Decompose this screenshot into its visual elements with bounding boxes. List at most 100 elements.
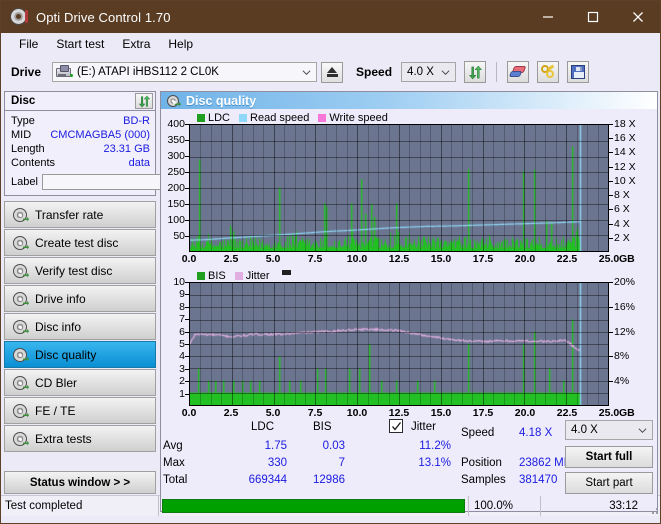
sidebar-item-disc-quality[interactable]: Disc quality	[4, 341, 156, 368]
chart2-plot-row: 1 2 3 4 5 6 7 8 9 10 4% 8% 12% 16% 20%	[161, 276, 657, 406]
x-tick-label: 17.5	[472, 253, 494, 265]
toolbar-divider	[496, 62, 498, 82]
sidebar-item-label: Disc quality	[35, 347, 97, 362]
legend-jitter: Jitter	[234, 270, 270, 282]
y-tick-label: 250	[167, 166, 185, 178]
stats-area: LDC BIS Jitter Avg Max Total 1.75 330 66…	[161, 419, 657, 511]
stats-row-total-label: Total	[163, 474, 188, 486]
y2-tick-label: 20%	[614, 276, 636, 288]
result-speed-select-value: 4.0 X	[571, 424, 598, 436]
save-button[interactable]	[567, 61, 590, 83]
stats-bis-max: 7	[338, 457, 345, 469]
grid-line	[190, 157, 608, 158]
disc-row-contents-value: data	[128, 157, 150, 169]
sidebar-nav: Transfer rate Create test disc Verify te…	[4, 201, 156, 452]
jitter-checkbox[interactable]	[389, 419, 403, 433]
refresh-drive-button[interactable]	[464, 61, 487, 83]
settings-button[interactable]	[537, 61, 560, 83]
result-speed-select[interactable]: 4.0 X	[565, 420, 653, 440]
y2-tick	[609, 282, 613, 283]
sidebar-item-transfer-rate[interactable]: Transfer rate	[4, 201, 156, 228]
grid-line	[190, 220, 608, 221]
y2-tick	[609, 195, 613, 197]
speed-select[interactable]: 4.0 X	[401, 62, 457, 82]
chart-ldc-readspeed: LDC Read speed Write speed 50 100 150 20…	[161, 111, 657, 267]
y2-tick	[609, 237, 613, 239]
sidebar-item-label: Extra tests	[35, 431, 92, 446]
application-window: Opti Drive Control 1.70 File Start test …	[0, 0, 661, 524]
y2-tick-label: 6 X	[614, 203, 630, 216]
menu-extra[interactable]: Extra	[113, 35, 159, 53]
sidebar-item-label: Transfer rate	[35, 207, 104, 222]
x-tick-label: 7.5	[307, 253, 323, 265]
sidebar-item-fe-te[interactable]: FE / TE	[4, 397, 156, 424]
menu-start-test[interactable]: Start test	[47, 35, 113, 53]
disc-icon	[13, 291, 29, 306]
disc-panel-title: Disc	[11, 95, 36, 107]
grid-line	[190, 204, 608, 205]
chevron-down-icon	[302, 70, 311, 76]
y-tick-label: 150	[167, 198, 185, 210]
legend-label: Read speed	[250, 111, 310, 124]
sidebar-item-drive-info[interactable]: Drive info	[4, 285, 156, 312]
resize-grip-icon[interactable]	[646, 496, 660, 516]
disc-icon	[13, 347, 29, 362]
eject-button[interactable]	[321, 61, 344, 83]
sidebar-item-label: Drive info	[35, 291, 86, 306]
grid-line	[190, 188, 608, 189]
disc-icon	[13, 263, 29, 278]
y2-tick	[609, 180, 613, 182]
status-message: Test completed	[1, 496, 159, 516]
stats-speed-label: Speed	[461, 427, 495, 439]
grid-line	[190, 172, 608, 173]
chevron-down-icon	[441, 70, 450, 76]
stats-speed-value: 4.18 X	[519, 427, 553, 439]
legend-swatch-icon	[318, 113, 327, 122]
menu-help[interactable]: Help	[159, 35, 202, 53]
y-tick-label: 300	[167, 150, 185, 162]
sidebar-item-disc-info[interactable]: Disc info	[4, 313, 156, 340]
speed-select-value: 4.0 X	[407, 66, 434, 78]
start-full-button[interactable]: Start full	[565, 446, 653, 468]
refresh-icon	[468, 65, 482, 79]
drive-select[interactable]: (E:) ATAPI iHBS112 2 CL0K	[52, 62, 318, 82]
y2-tick	[609, 223, 613, 225]
sidebar-item-create-test-disc[interactable]: Create test disc	[4, 229, 156, 256]
disc-row-type: Type BD-R	[11, 114, 150, 128]
x-tick-label: 10.0	[346, 407, 368, 419]
disc-refresh-button[interactable]	[135, 93, 153, 109]
y2-tick-label: 14 X	[614, 146, 636, 159]
y-tick-label: 350	[167, 134, 185, 146]
y2-tick	[609, 209, 613, 211]
sidebar-item-label: Disc info	[35, 319, 82, 334]
x-tick-label: 10.0	[346, 253, 368, 265]
legend-swatch-icon	[197, 113, 205, 122]
x-tick-label: 25.0	[598, 407, 620, 419]
grid-line	[190, 332, 608, 333]
status-window-button[interactable]: Status window > >	[4, 471, 156, 494]
eraser-icon	[508, 65, 527, 79]
minimize-button[interactable]	[525, 1, 570, 33]
disc-row-mid-value: CMCMAGBA5 (000)	[50, 129, 150, 141]
close-button[interactable]	[615, 1, 660, 33]
menu-file[interactable]: File	[10, 35, 47, 53]
maximize-button[interactable]	[570, 1, 615, 33]
start-part-button[interactable]: Start part	[565, 472, 653, 494]
disc-row-mid: MID CMCMAGBA5 (000)	[11, 128, 150, 142]
chart2-y-axis-left: 1 2 3 4 5 6 7 8 9 10	[161, 276, 189, 406]
sidebar-item-extra-tests[interactable]: Extra tests	[4, 425, 156, 452]
disc-row-contents-key: Contents	[11, 157, 56, 169]
sidebar-item-verify-test-disc[interactable]: Verify test disc	[4, 257, 156, 284]
stats-samples-value: 381470	[519, 474, 558, 486]
sidebar-item-cd-bler[interactable]: CD Bler	[4, 369, 156, 396]
grid-line	[190, 307, 608, 308]
disc-icon	[13, 431, 29, 446]
disc-row-length-key: Length	[11, 143, 45, 155]
x-tick-label: 2.5	[223, 253, 239, 265]
content-area: Disc quality LDC Read speed Write speed …	[159, 89, 660, 512]
y-tick-label: 10	[173, 276, 185, 288]
y2-tick	[609, 124, 613, 125]
erase-button[interactable]	[507, 61, 530, 83]
disc-row-length: Length 23.31 GB	[11, 142, 150, 156]
y2-tick-label: 4 X	[614, 217, 630, 230]
